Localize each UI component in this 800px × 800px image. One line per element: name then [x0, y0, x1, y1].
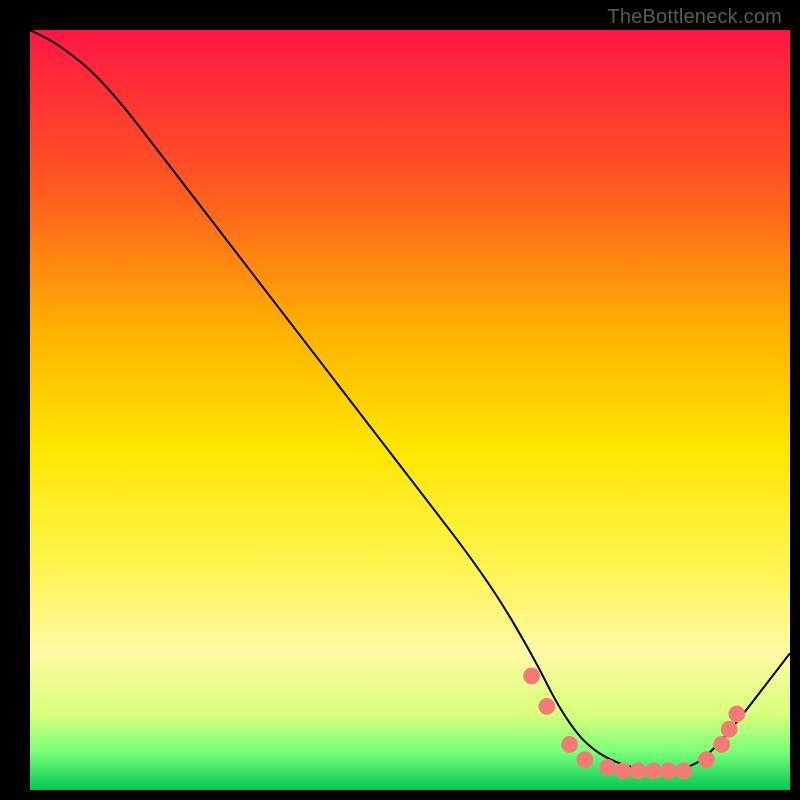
watermark-text: TheBottleneck.com: [607, 6, 782, 29]
gradient-background: [30, 30, 790, 790]
marker-dot: [645, 763, 662, 780]
marker-dot: [538, 698, 555, 715]
marker-dot: [660, 763, 677, 780]
marker-dot: [728, 706, 745, 723]
marker-dot: [576, 751, 593, 768]
marker-dot: [698, 751, 715, 768]
marker-dot: [721, 721, 738, 738]
marker-dot: [713, 736, 730, 753]
marker-dot: [614, 763, 631, 780]
marker-dot: [630, 763, 647, 780]
marker-dot: [561, 736, 578, 753]
marker-dot: [599, 759, 616, 776]
chart-area: [30, 30, 790, 790]
marker-dot: [523, 668, 540, 685]
marker-dot: [675, 763, 692, 780]
